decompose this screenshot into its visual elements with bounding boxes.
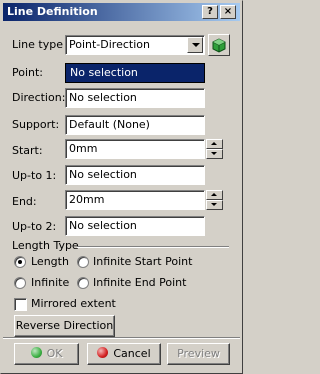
support-field[interactable]: Default (None) xyxy=(65,115,205,135)
direction-field[interactable]: No selection xyxy=(65,88,205,108)
close-button[interactable]: × xyxy=(220,5,236,19)
line-type-label: Line type : xyxy=(12,38,71,51)
ok-status-icon xyxy=(30,347,42,358)
mirrored-extent-label[interactable]: Mirrored extent xyxy=(31,297,116,311)
end-field[interactable]: 20mm xyxy=(65,190,205,210)
ok-button[interactable]: OK xyxy=(14,343,79,365)
end-spinner[interactable] xyxy=(206,190,223,210)
cancel-label: Cancel xyxy=(113,347,151,360)
upto1-label: Up-to 1: xyxy=(12,169,57,182)
upto2-label: Up-to 2: xyxy=(12,220,57,233)
start-label: Start: xyxy=(12,144,43,157)
length-radio[interactable] xyxy=(14,256,26,268)
end-spin-down-icon[interactable] xyxy=(206,200,223,210)
length-type-divider xyxy=(77,246,229,248)
line-options-button[interactable] xyxy=(208,34,230,56)
infinite-start-radio[interactable] xyxy=(77,256,89,268)
preview-button[interactable]: Preview xyxy=(167,343,230,365)
start-spinner[interactable] xyxy=(206,139,223,159)
end-label: End: xyxy=(12,195,37,208)
support-label: Support: xyxy=(12,118,60,131)
infinite-end-radio-label[interactable]: Infinite End Point xyxy=(93,276,186,290)
line-type-combo[interactable]: Point-Direction xyxy=(65,35,205,55)
reverse-direction-button[interactable]: Reverse Direction xyxy=(14,315,115,337)
line-definition-dialog: Line Definition ? × Line type : Point-Di… xyxy=(0,0,243,374)
point-field[interactable]: No selection xyxy=(65,63,205,83)
start-field[interactable]: 0mm xyxy=(65,139,205,159)
infinite-radio[interactable] xyxy=(14,277,26,289)
help-button[interactable]: ? xyxy=(202,5,218,19)
cancel-button[interactable]: Cancel xyxy=(87,343,161,365)
ok-label: OK xyxy=(46,347,63,360)
chevron-down-icon[interactable] xyxy=(187,37,203,53)
line-type-value: Point-Direction xyxy=(69,38,150,51)
cancel-status-icon xyxy=(97,347,109,358)
mirrored-extent-checkbox[interactable] xyxy=(14,298,27,311)
title-bar[interactable]: Line Definition ? × xyxy=(3,3,240,21)
infinite-start-radio-label[interactable]: Infinite Start Point xyxy=(93,255,192,269)
length-type-label: Length Type xyxy=(12,239,79,252)
cube-icon xyxy=(212,38,226,53)
start-spin-down-icon[interactable] xyxy=(206,149,223,159)
upto2-field[interactable]: No selection xyxy=(65,216,205,236)
length-radio-label[interactable]: Length xyxy=(31,255,69,269)
dialog-title: Line Definition xyxy=(7,5,98,18)
start-spin-up-icon[interactable] xyxy=(206,139,223,149)
end-spin-up-icon[interactable] xyxy=(206,190,223,200)
infinite-radio-label[interactable]: Infinite xyxy=(31,276,69,290)
direction-label: Direction: xyxy=(12,91,66,104)
point-label: Point: xyxy=(12,66,44,79)
infinite-end-radio[interactable] xyxy=(77,277,89,289)
upto1-field[interactable]: No selection xyxy=(65,165,205,185)
